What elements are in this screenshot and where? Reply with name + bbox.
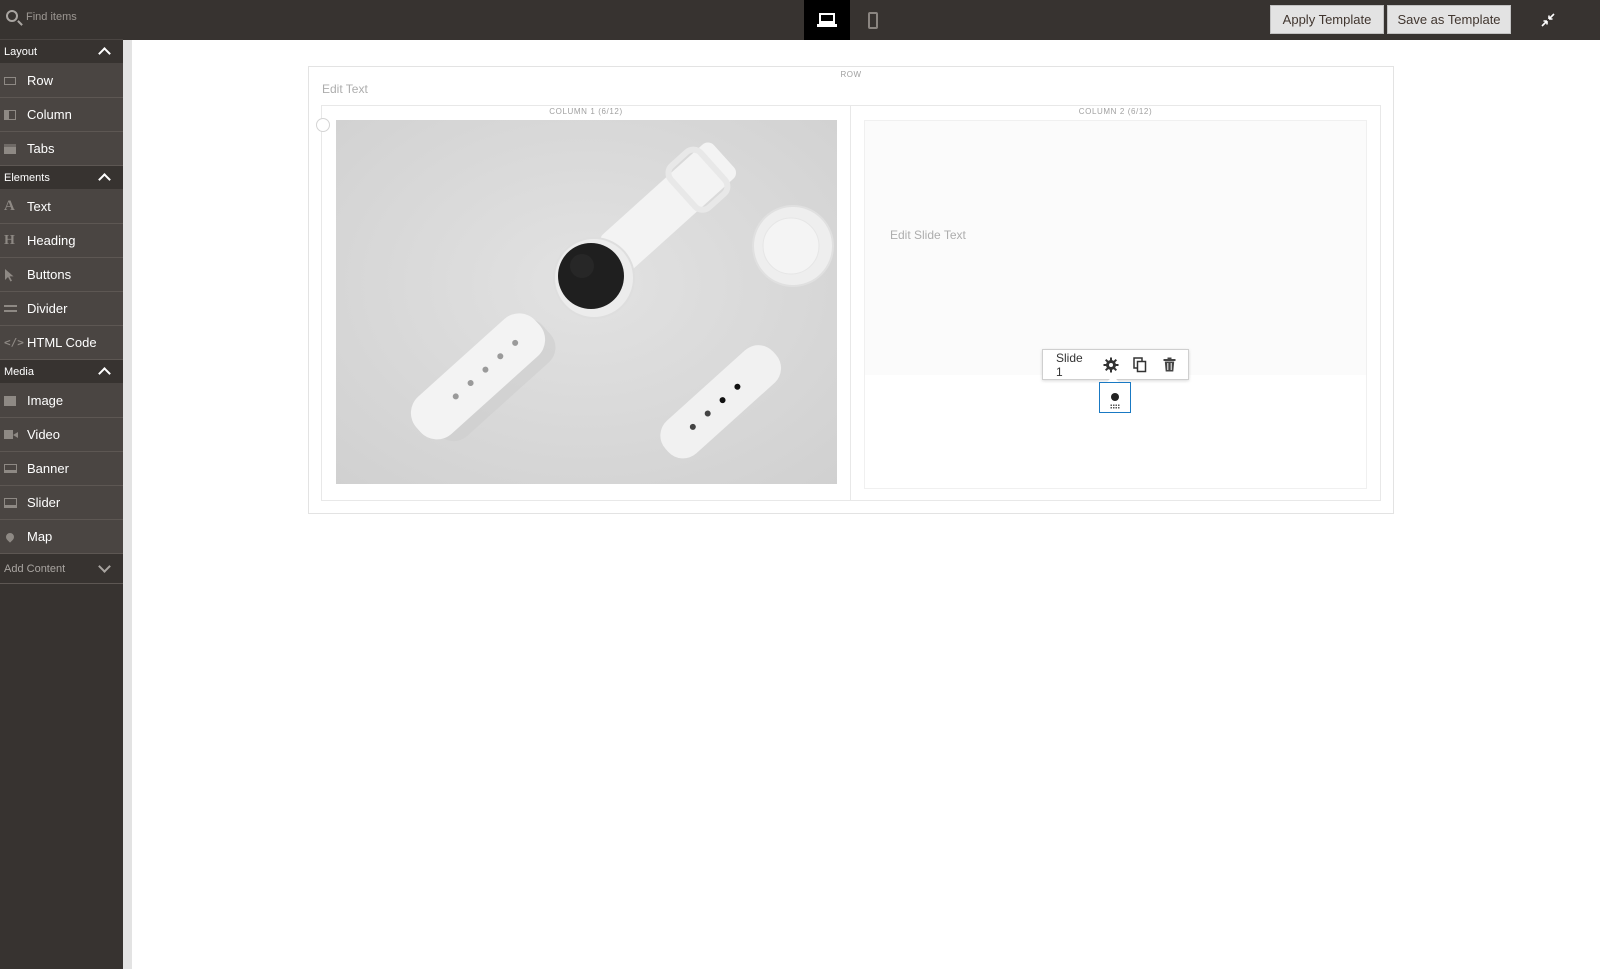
- settings-button[interactable]: [1100, 354, 1121, 376]
- column-2[interactable]: COLUMN 2 (6/12) Edit Slide Text: [851, 106, 1380, 500]
- search-input[interactable]: [26, 9, 121, 25]
- slide-options-toolbar: Slide 1: [1042, 349, 1189, 380]
- row-label: ROW: [840, 70, 862, 79]
- gear-icon: [1103, 357, 1119, 372]
- panel-edge: [123, 40, 132, 969]
- sidebar-item-label: HTML Code: [27, 335, 97, 350]
- sidebar-item-label: Image: [27, 393, 64, 408]
- desktop-view-button[interactable]: [804, 0, 850, 40]
- sidebar-item-label: Banner: [27, 461, 69, 476]
- sidebar-item-slider[interactable]: Slider: [0, 486, 123, 520]
- slider-icon: [4, 497, 17, 508]
- chevron-up-icon: [98, 367, 111, 380]
- sidebar-item-map[interactable]: Map: [0, 520, 123, 554]
- section-title: Media: [4, 365, 34, 378]
- column-label: COLUMN 1 (6/12): [549, 107, 623, 116]
- sidebar-item-text[interactable]: A Text: [0, 190, 123, 224]
- sidebar-item-tabs[interactable]: Tabs: [0, 132, 123, 166]
- sidebar-item-html-code[interactable]: </> HTML Code: [0, 326, 123, 360]
- laptop-icon: [817, 12, 837, 28]
- row-container[interactable]: ROW Edit Text COLUMN 1 (6/12) COLUMN 2 (…: [308, 66, 1394, 514]
- tabs-icon: [4, 143, 16, 154]
- section-header-media[interactable]: Media: [0, 360, 123, 384]
- section-header-layout[interactable]: Layout: [0, 40, 123, 64]
- sidebar-item-banner[interactable]: Banner: [0, 452, 123, 486]
- map-pin-icon: [4, 530, 16, 543]
- banner-icon: [4, 464, 17, 473]
- sidebar-item-row[interactable]: Row: [0, 64, 123, 98]
- sidebar-item-video[interactable]: Video: [0, 418, 123, 452]
- sidebar-item-label: Text: [27, 199, 51, 214]
- slide-nav-dot[interactable]: [1099, 382, 1131, 413]
- slide-label: Slide 1: [1056, 350, 1083, 379]
- sidebar-item-buttons[interactable]: Buttons: [0, 258, 123, 292]
- content-panel: Layout Row Column Tabs Elements A Text H…: [0, 40, 123, 969]
- section-title: Elements: [4, 171, 50, 184]
- sidebar-item-label: Row: [27, 73, 54, 88]
- sidebar-item-divider[interactable]: Divider: [0, 292, 123, 326]
- chevron-up-icon: [98, 173, 111, 186]
- image-icon: [4, 395, 16, 406]
- trash-icon: [1163, 357, 1176, 372]
- column-1[interactable]: COLUMN 1 (6/12): [316, 106, 851, 500]
- sidebar-item-column[interactable]: Column: [0, 98, 123, 132]
- collapse-fullscreen-icon[interactable]: [1540, 12, 1556, 28]
- mobile-phone-icon: [868, 11, 878, 29]
- sidebar-item-heading[interactable]: H Heading: [0, 224, 123, 258]
- column-label: COLUMN 2 (6/12): [1078, 107, 1153, 116]
- edit-text-field[interactable]: Edit Text: [321, 80, 1381, 104]
- slider-slide[interactable]: Edit Slide Text: [864, 120, 1367, 489]
- pointer-icon: [5, 268, 14, 281]
- duplicate-icon: [1133, 356, 1147, 372]
- top-toolbar: Apply Template Save as Template: [0, 0, 1600, 40]
- edit-slide-text-field[interactable]: Edit Slide Text: [890, 228, 966, 242]
- duplicate-button[interactable]: [1130, 354, 1151, 376]
- sidebar-item-label: Slider: [27, 495, 61, 510]
- column-icon: [4, 109, 16, 120]
- chevron-up-icon: [98, 47, 111, 60]
- section-header-elements[interactable]: Elements: [0, 166, 123, 190]
- apply-template-button[interactable]: Apply Template: [1270, 5, 1384, 34]
- sidebar-item-label: Divider: [27, 301, 68, 316]
- sidebar-item-label: Map: [27, 529, 53, 544]
- sidebar-item-label: Buttons: [27, 267, 72, 282]
- sidebar-item-label: Video: [27, 427, 61, 442]
- drag-grip-icon[interactable]: [1110, 404, 1120, 409]
- remove-button[interactable]: [1159, 354, 1180, 376]
- move-handle-icon[interactable]: [316, 118, 330, 132]
- search-box: [0, 0, 123, 40]
- add-content-header[interactable]: Add Content: [0, 554, 123, 584]
- column-group: COLUMN 1 (6/12) COLUMN 2 (6/12) Edit Sli…: [316, 105, 1381, 501]
- section-title: Layout: [4, 45, 38, 58]
- sidebar-item-label: Column: [27, 107, 72, 122]
- sidebar-item-image[interactable]: Image: [0, 384, 123, 418]
- divider-icon: [4, 305, 17, 312]
- add-content-label: Add Content: [4, 562, 66, 575]
- code-icon: </>: [4, 336, 24, 349]
- row-icon: [4, 76, 16, 85]
- chevron-down-icon: [98, 560, 111, 573]
- watch-product-image[interactable]: [336, 120, 837, 484]
- text-icon: A: [4, 198, 15, 214]
- slide-dot-icon: [1111, 393, 1119, 401]
- mobile-view-button[interactable]: [850, 0, 896, 40]
- save-as-template-button[interactable]: Save as Template: [1387, 5, 1511, 34]
- sidebar-item-label: Tabs: [27, 141, 55, 156]
- video-icon: [4, 430, 18, 439]
- sidebar-item-label: Heading: [27, 233, 76, 248]
- heading-icon: H: [4, 232, 15, 248]
- search-icon: [6, 10, 18, 22]
